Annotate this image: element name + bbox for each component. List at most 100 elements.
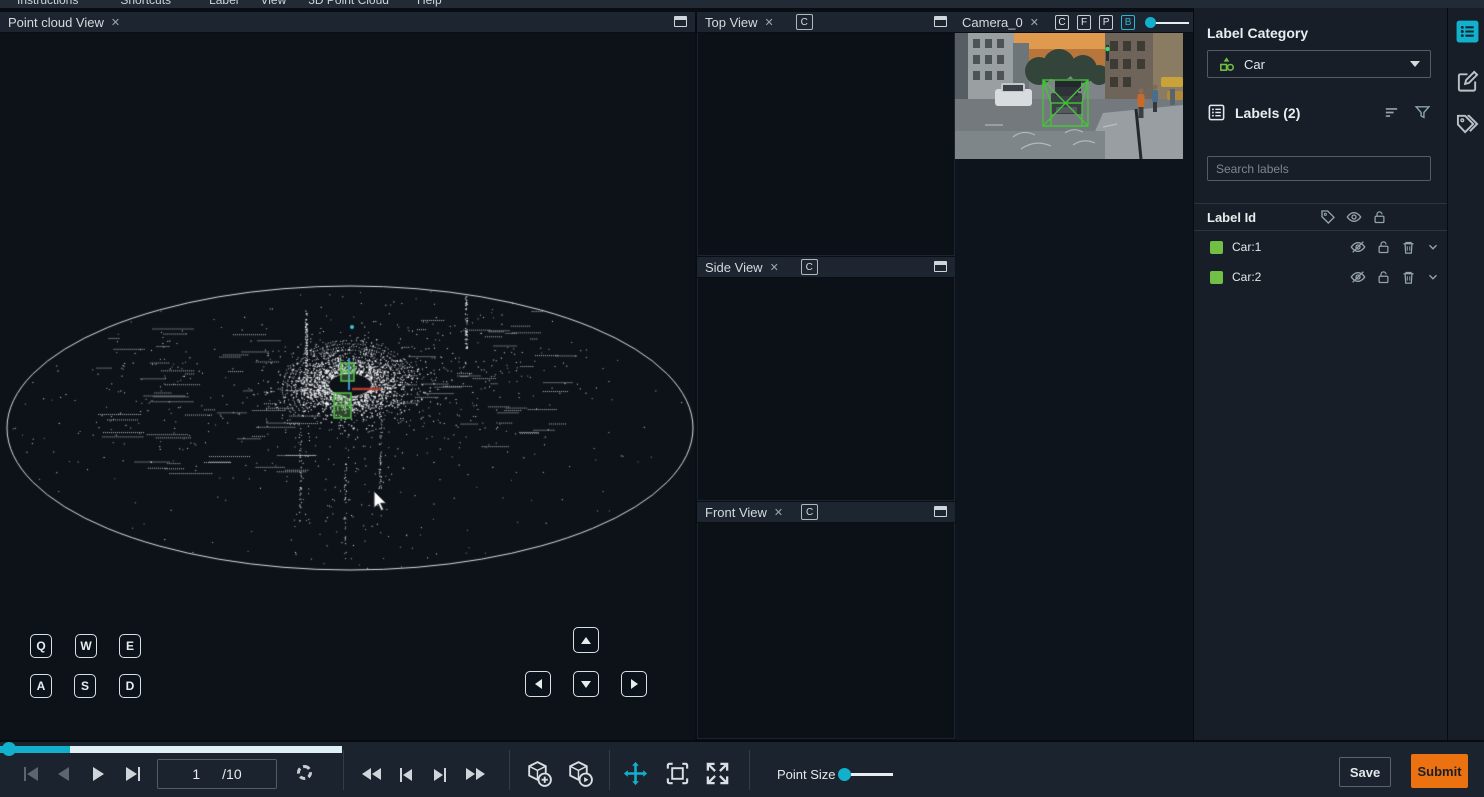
maximize-icon[interactable] — [934, 16, 947, 27]
frame-seek-bar[interactable] — [0, 746, 342, 753]
close-icon[interactable]: ✕ — [111, 16, 120, 29]
front-view-viewport[interactable] — [697, 523, 955, 739]
key-hint-a[interactable]: A — [30, 674, 52, 698]
fit-frame-icon — [664, 760, 691, 787]
side-view-header: Side View ✕ C — [697, 257, 955, 278]
eye-off-icon[interactable] — [1350, 239, 1366, 255]
top-view-title: Top View — [705, 15, 758, 30]
add-cuboid-auto-button[interactable] — [565, 759, 594, 788]
move-tool-button[interactable] — [622, 760, 649, 787]
sort-icon[interactable] — [1383, 104, 1400, 121]
labels-header-row: Labels (2) — [1207, 103, 1431, 122]
point-size-slider-knob[interactable] — [838, 768, 851, 781]
toolbar-divider — [749, 750, 750, 790]
menu-item-3d-point-cloud[interactable]: 3D Point Cloud — [308, 0, 389, 1]
rewind-icon — [362, 768, 371, 780]
close-icon[interactable]: ✕ — [1030, 16, 1039, 29]
seek-knob[interactable] — [2, 742, 16, 756]
label-row-car-2[interactable]: Car:2 — [1194, 262, 1448, 292]
camera-mode-b-button[interactable]: B — [1121, 15, 1135, 30]
label-row-car-1[interactable]: Car:1 — [1194, 232, 1448, 262]
tag-icon[interactable] — [1320, 209, 1336, 225]
top-view-viewport[interactable] — [697, 33, 955, 256]
search-labels-input[interactable] — [1207, 156, 1431, 181]
pan-right-button[interactable] — [621, 671, 647, 697]
edit-tab-button[interactable] — [1454, 68, 1480, 94]
menu-item-view[interactable]: View — [260, 0, 286, 1]
key-hint-s[interactable]: S — [74, 674, 96, 698]
camera-mode-f-button[interactable]: F — [1077, 15, 1091, 30]
top-view-camera-button[interactable]: C — [796, 14, 813, 30]
side-view-camera-button[interactable]: C — [801, 259, 818, 275]
label-id-text: Car:1 — [1232, 240, 1261, 254]
camera-slider-knob[interactable] — [1145, 17, 1156, 28]
submit-button[interactable]: Submit — [1411, 754, 1468, 788]
tags-icon — [1456, 112, 1479, 135]
filter-icon[interactable] — [1414, 104, 1431, 121]
maximize-icon[interactable] — [674, 16, 687, 27]
tags-tab-button[interactable] — [1454, 110, 1480, 136]
next-icon-bar — [138, 767, 140, 781]
close-icon[interactable]: ✕ — [765, 16, 774, 29]
trash-icon[interactable] — [1401, 240, 1416, 255]
add-cuboid-button[interactable] — [524, 759, 553, 788]
maximize-icon[interactable] — [934, 261, 947, 272]
lock-icon[interactable] — [1376, 240, 1391, 255]
side-view-viewport[interactable] — [697, 278, 955, 501]
eye-off-icon[interactable] — [1350, 269, 1366, 285]
front-view-camera-button[interactable]: C — [801, 504, 818, 520]
camera-mode-c-button[interactable]: C — [1055, 15, 1069, 30]
lock-icon[interactable] — [1372, 210, 1387, 225]
close-icon[interactable]: ✕ — [770, 261, 779, 274]
label-category-dropdown[interactable]: Car — [1207, 50, 1431, 78]
rewind-icon2 — [372, 768, 381, 780]
next-frame-button[interactable] — [126, 767, 140, 781]
toolbar-divider — [609, 750, 610, 790]
camera-overlay-slider[interactable] — [1145, 15, 1186, 30]
camera-mode-p-button[interactable]: P — [1099, 15, 1113, 30]
camera-panel-title: Camera_0 — [962, 15, 1023, 30]
labels-tab-button[interactable] — [1454, 18, 1480, 44]
menu-item-label[interactable]: Label — [209, 0, 238, 1]
lock-icon[interactable] — [1376, 270, 1391, 285]
skip-to-first-button[interactable] — [24, 767, 38, 781]
fast-forward-button[interactable] — [466, 768, 485, 780]
play-button[interactable] — [93, 767, 104, 781]
cube-plus-icon — [524, 759, 553, 788]
move-icon — [622, 760, 649, 787]
menu-item-shortcuts[interactable]: Shortcuts — [120, 0, 171, 1]
chevron-down-icon[interactable] — [1426, 270, 1440, 284]
fullscreen-button[interactable] — [704, 760, 731, 787]
pan-up-button[interactable] — [573, 627, 599, 653]
labels-count-title: Labels (2) — [1235, 105, 1300, 121]
menu-item-help[interactable]: Help — [417, 0, 442, 1]
eye-icon[interactable] — [1346, 209, 1362, 225]
jump-last-button[interactable] — [434, 768, 446, 782]
pan-down-button[interactable] — [573, 671, 599, 697]
chevron-down-icon[interactable] — [1426, 240, 1440, 254]
save-button[interactable]: Save — [1339, 757, 1391, 787]
fast-rewind-button[interactable] — [362, 768, 381, 780]
pan-left-button[interactable] — [525, 671, 551, 697]
previous-frame-button[interactable] — [58, 767, 69, 781]
maximize-icon[interactable] — [934, 506, 947, 517]
point-cloud-panel-title: Point cloud View — [8, 15, 104, 30]
jump-first-button[interactable] — [400, 768, 412, 782]
side-view-panel: Side View ✕ C — [697, 257, 955, 502]
key-hint-d[interactable]: D — [119, 674, 141, 698]
label-id-header-row: Label Id — [1194, 203, 1448, 231]
trash-icon[interactable] — [1401, 270, 1416, 285]
key-hint-e[interactable]: E — [119, 634, 141, 658]
cube-play-icon — [565, 759, 594, 788]
point-cloud-viewport[interactable]: Q W E A S D — [0, 33, 695, 740]
pencil-square-icon — [1456, 70, 1479, 93]
camera-image[interactable] — [955, 33, 1183, 159]
point-size-slider-track[interactable] — [851, 773, 893, 776]
close-icon[interactable]: ✕ — [774, 506, 783, 519]
key-hint-w[interactable]: W — [75, 634, 97, 658]
fit-view-button[interactable] — [664, 760, 691, 787]
building-left-dark — [955, 33, 969, 105]
frame-counter[interactable]: 1 /10 — [157, 759, 277, 789]
menu-item-instructions[interactable]: Instructions — [17, 0, 78, 1]
key-hint-q[interactable]: Q — [30, 634, 52, 658]
